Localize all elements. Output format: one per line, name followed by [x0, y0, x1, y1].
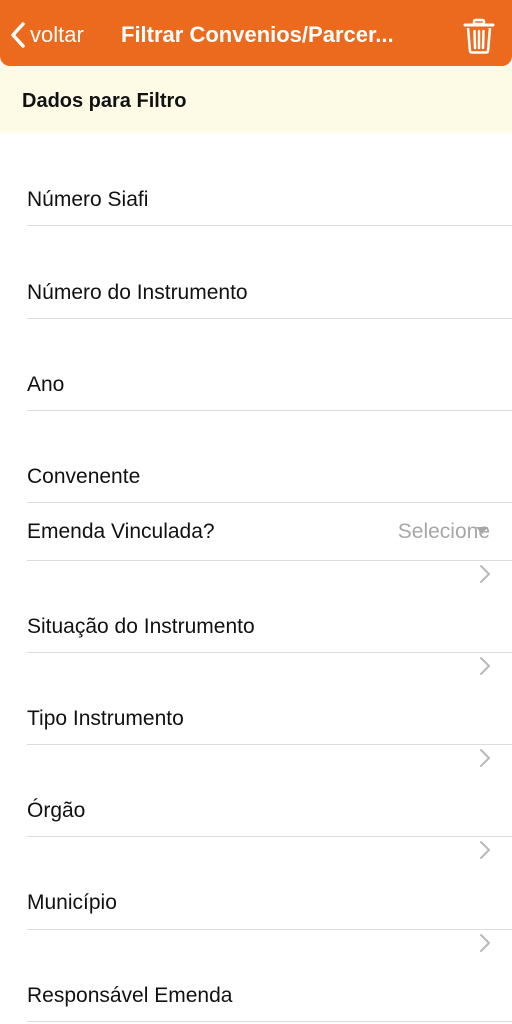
- emenda-vinculada-label: Emenda Vinculada?: [27, 520, 215, 543]
- convenente-label: Convenente: [27, 465, 141, 488]
- numero-instrumento-field[interactable]: Número do Instrumento: [27, 226, 512, 319]
- municipio-label: Município: [27, 891, 117, 914]
- back-label: voltar: [30, 22, 84, 47]
- back-button[interactable]: voltar: [10, 18, 84, 52]
- ano-field[interactable]: Ano: [27, 319, 512, 411]
- ano-label: Ano: [27, 373, 65, 396]
- trash-icon: [463, 18, 495, 54]
- chevron-right-icon: [480, 657, 490, 675]
- tipo-instrumento-row[interactable]: Tipo Instrumento: [27, 653, 512, 745]
- section-title: Dados para Filtro: [22, 90, 187, 112]
- numero-siafi-label: Número Siafi: [27, 188, 149, 211]
- chevron-left-icon: [11, 22, 25, 48]
- chevron-right-icon: [480, 934, 490, 952]
- delete-button[interactable]: [462, 18, 496, 54]
- orgao-label: Órgão: [27, 799, 86, 822]
- municipio-row[interactable]: Município: [27, 837, 512, 930]
- tipo-instrumento-label: Tipo Instrumento: [27, 707, 184, 730]
- numero-siafi-field[interactable]: Número Siafi: [27, 132, 512, 226]
- chevron-right-icon: [480, 749, 490, 767]
- chevron-right-icon: [480, 841, 490, 859]
- situacao-instrumento-label: Situação do Instrumento: [27, 615, 255, 638]
- responsavel-emenda-row[interactable]: Responsável Emenda: [27, 930, 512, 1022]
- filter-section-header: Dados para Filtro: [0, 66, 512, 132]
- orgao-row[interactable]: Órgão: [27, 745, 512, 837]
- emenda-vinculada-select[interactable]: Emenda Vinculada? Selecione: [27, 503, 512, 561]
- numero-instrumento-label: Número do Instrumento: [27, 281, 248, 304]
- caret-down-icon: [476, 527, 488, 534]
- situacao-instrumento-row[interactable]: Situação do Instrumento: [27, 561, 512, 653]
- navigation-bar: voltar Filtrar Convenios/Parcer...: [0, 0, 512, 66]
- chevron-right-icon: [480, 565, 490, 583]
- convenente-field[interactable]: Convenente: [27, 411, 512, 503]
- page-title: Filtrar Convenios/Parcer...: [121, 22, 394, 47]
- responsavel-emenda-label: Responsável Emenda: [27, 984, 233, 1007]
